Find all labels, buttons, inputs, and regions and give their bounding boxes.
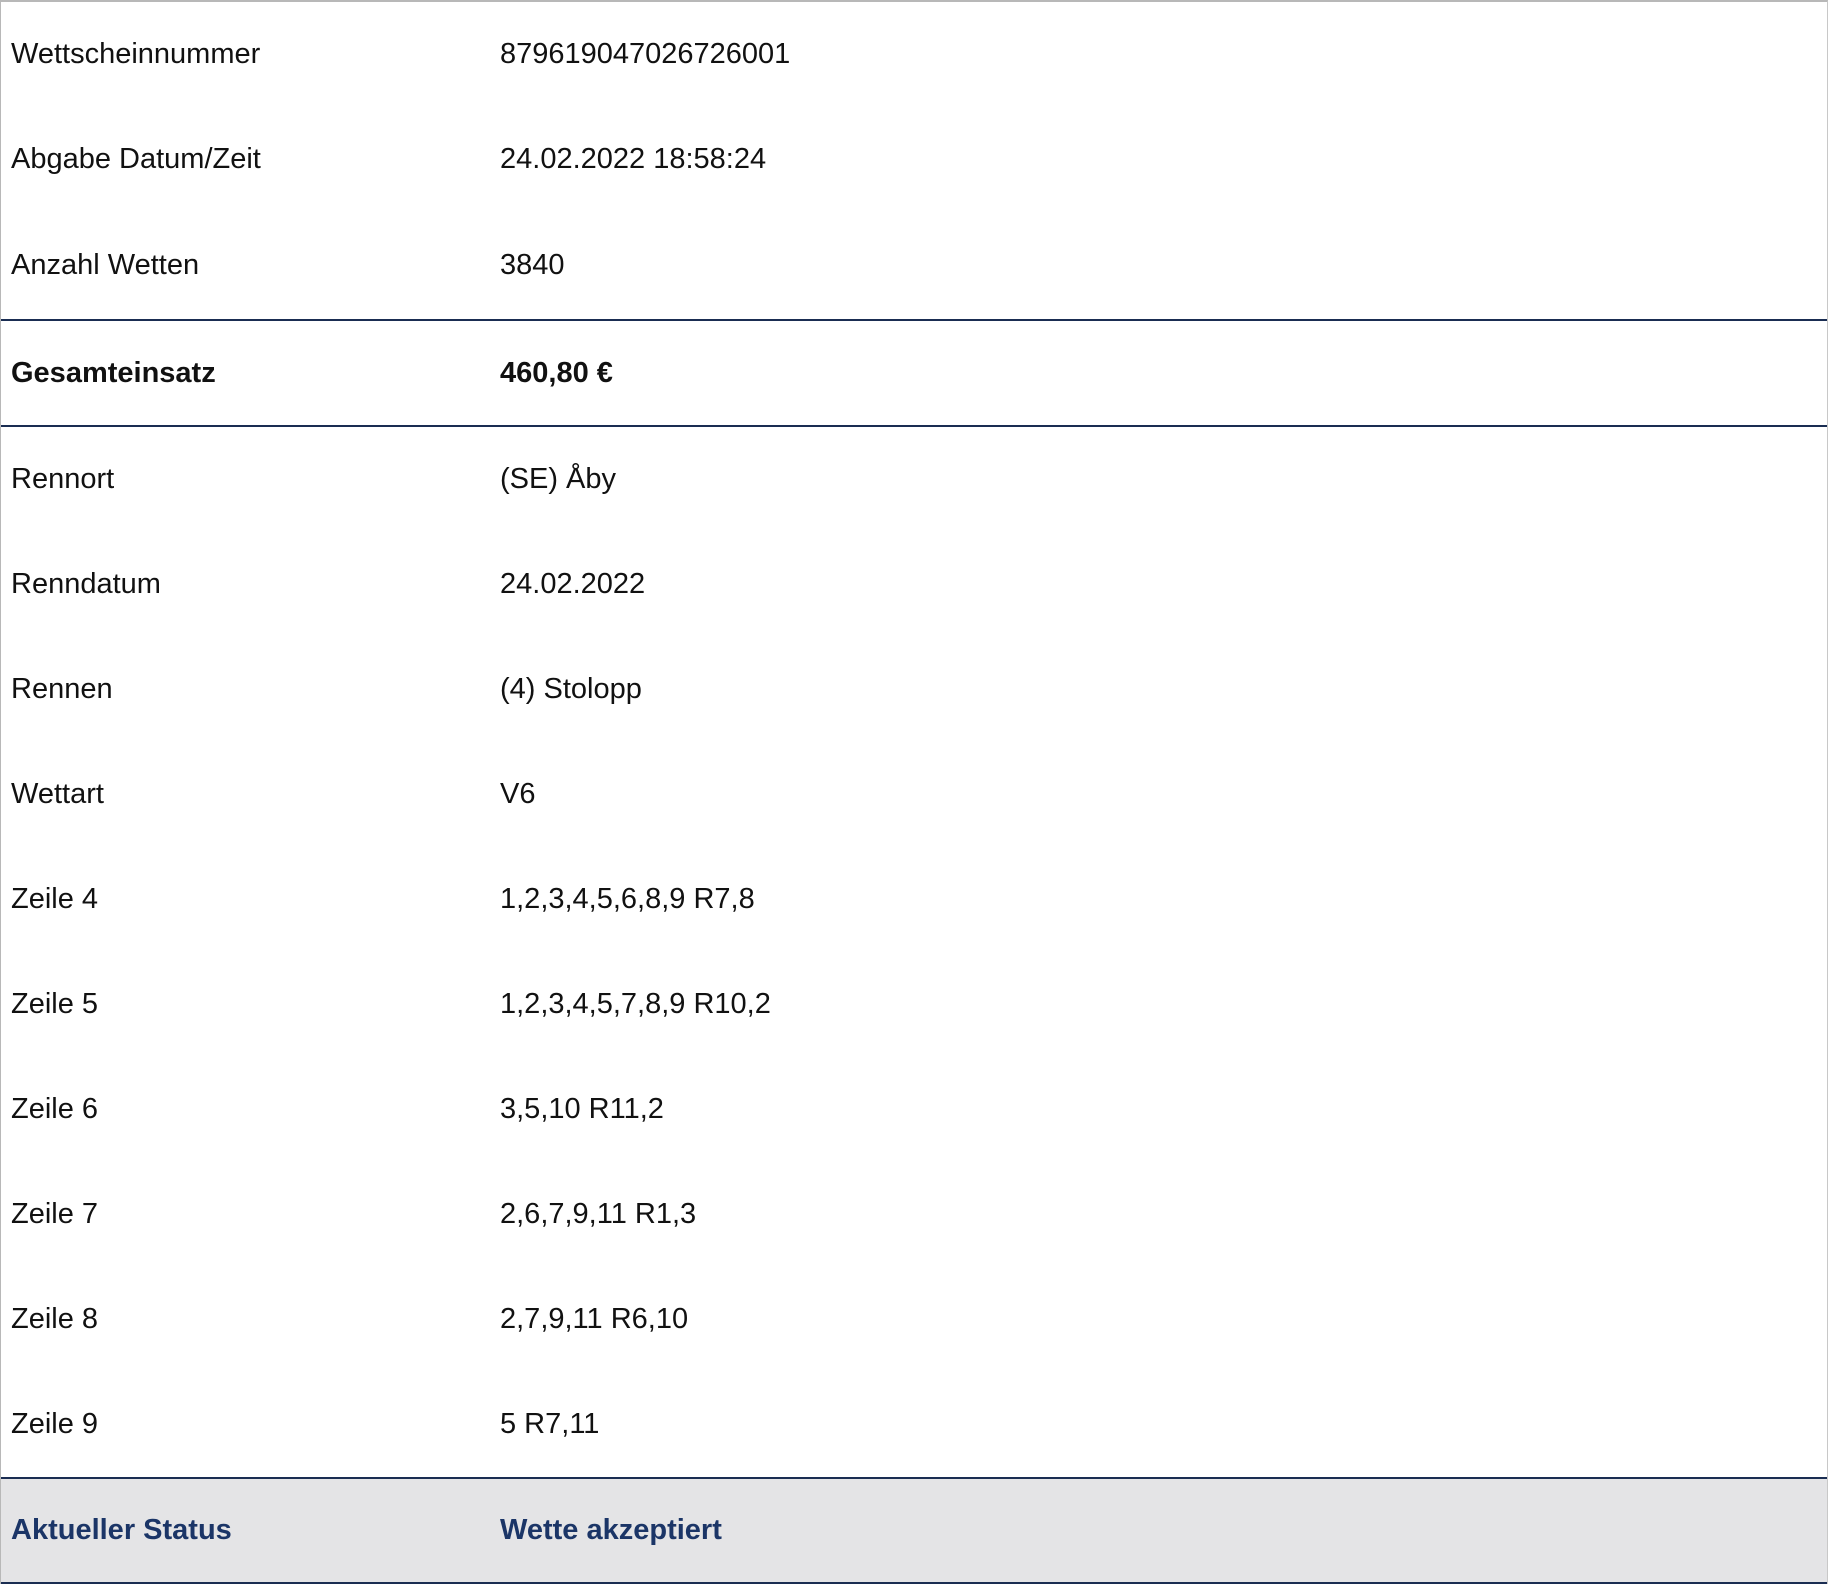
row-label: Rennort — [11, 463, 115, 495]
detail-row-ticket-number: Wettscheinnummer 879619047026726001 — [1, 2, 1827, 107]
detail-row-bet-type: Wettart V6 — [1, 742, 1827, 847]
row-label: Zeile 8 — [11, 1303, 99, 1335]
row-label: Renndatum — [11, 568, 161, 600]
detail-row-venue: Rennort (SE) Åby — [1, 427, 1827, 532]
bet-ticket-details: Wettscheinnummer 879619047026726001 Abga… — [0, 0, 1828, 1584]
row-label: Zeile 5 — [11, 988, 99, 1020]
detail-row-line-6: Zeile 6 3,5,10 R11,2 — [1, 1057, 1827, 1162]
row-value: 1,2,3,4,5,6,8,9 R7,8 — [500, 883, 755, 915]
row-label: Rennen — [11, 673, 113, 705]
detail-row-line-4: Zeile 4 1,2,3,4,5,6,8,9 R7,8 — [1, 847, 1827, 952]
row-value: 3840 — [500, 249, 565, 281]
row-value: 879619047026726001 — [500, 38, 791, 70]
status-value: Wette akzeptiert — [500, 1514, 722, 1546]
detail-row-submission-datetime: Abgabe Datum/Zeit 24.02.2022 18:58:24 — [1, 107, 1827, 212]
row-label: Abgabe Datum/Zeit — [11, 143, 261, 175]
row-value: 24.02.2022 18:58:24 — [500, 143, 767, 175]
row-value: (4) Stolopp — [500, 673, 642, 705]
total-stake-row: Gesamteinsatz 460,80 € — [1, 319, 1827, 427]
row-label: Wettart — [11, 778, 104, 810]
detail-row-line-7: Zeile 7 2,6,7,9,11 R1,3 — [1, 1162, 1827, 1267]
status-label: Aktueller Status — [11, 1514, 232, 1546]
row-value: 1,2,3,4,5,7,8,9 R10,2 — [500, 988, 771, 1020]
detail-row-race-date: Renndatum 24.02.2022 — [1, 532, 1827, 637]
detail-row-line-8: Zeile 8 2,7,9,11 R6,10 — [1, 1267, 1827, 1372]
row-value: 24.02.2022 — [500, 568, 646, 600]
row-value: 2,6,7,9,11 R1,3 — [500, 1198, 697, 1230]
row-value: (SE) Åby — [500, 463, 617, 495]
row-label: Zeile 9 — [11, 1408, 99, 1440]
row-label: Zeile 4 — [11, 883, 99, 915]
total-stake-value: 460,80 € — [500, 356, 613, 389]
row-label: Zeile 6 — [11, 1093, 99, 1125]
current-status-row: Aktueller Status Wette akzeptiert — [1, 1477, 1827, 1584]
row-value: 2,7,9,11 R6,10 — [500, 1303, 689, 1335]
row-label: Zeile 7 — [11, 1198, 99, 1230]
detail-row-line-9: Zeile 9 5 R7,11 — [1, 1372, 1827, 1477]
total-stake-label: Gesamteinsatz — [11, 356, 216, 389]
detail-row-bet-count: Anzahl Wetten 3840 — [1, 212, 1827, 319]
row-value: V6 — [500, 778, 536, 810]
row-label: Wettscheinnummer — [11, 38, 261, 70]
row-label: Anzahl Wetten — [11, 249, 200, 281]
row-value: 3,5,10 R11,2 — [500, 1093, 664, 1125]
row-value: 5 R7,11 — [500, 1408, 600, 1440]
detail-row-race: Rennen (4) Stolopp — [1, 637, 1827, 742]
detail-row-line-5: Zeile 5 1,2,3,4,5,7,8,9 R10,2 — [1, 952, 1827, 1057]
